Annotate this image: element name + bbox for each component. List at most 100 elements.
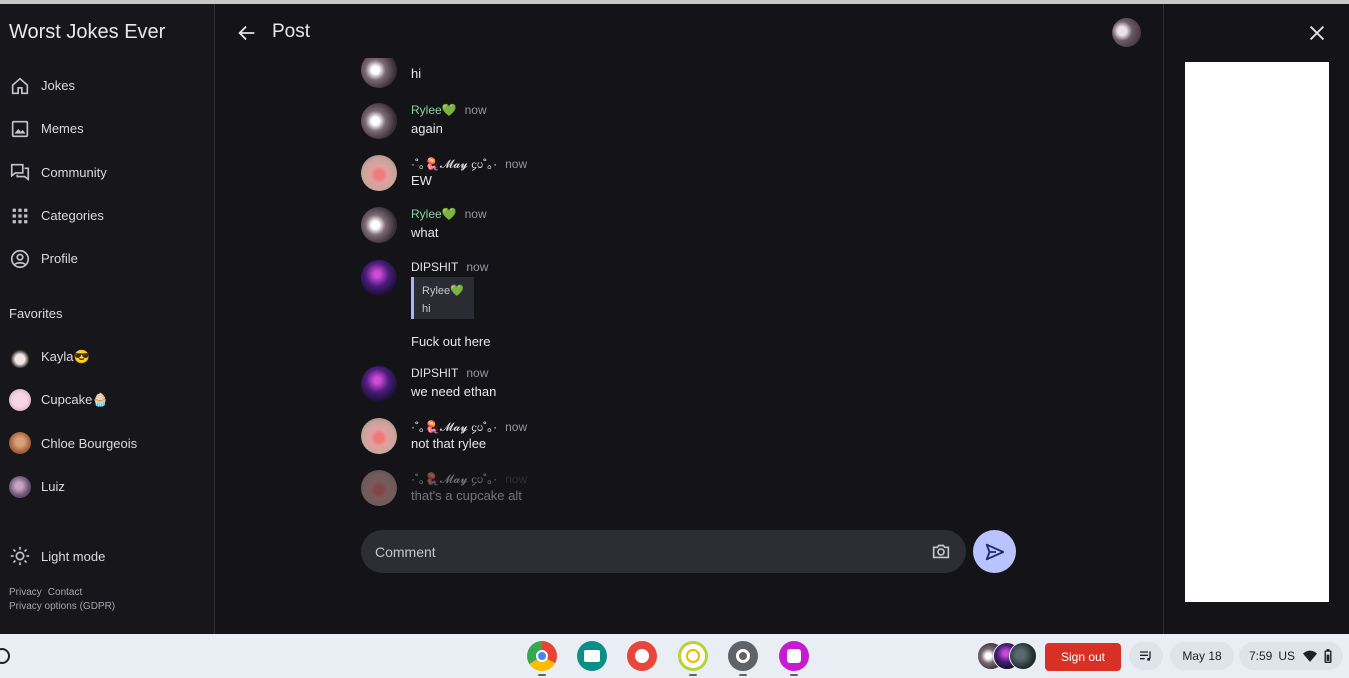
back-arrow-icon[interactable]: [236, 22, 258, 44]
media-controls-button[interactable]: [1129, 642, 1163, 670]
sidebar-item-community[interactable]: Community: [0, 151, 214, 194]
gdpr-link[interactable]: Privacy options (GDPR): [9, 600, 115, 614]
avatar[interactable]: [361, 58, 397, 88]
sidebar-item-label: Categories: [41, 208, 104, 224]
avatar[interactable]: [361, 418, 397, 454]
light-mode-label: Light mode: [41, 548, 106, 564]
send-icon: [985, 543, 1004, 560]
avatar[interactable]: [361, 470, 397, 506]
favorite-item-luiz[interactable]: Luiz: [0, 465, 214, 508]
timer-ring-icon: [686, 649, 700, 663]
clock-text: 7:59: [1248, 649, 1273, 663]
account-circle-icon: [10, 249, 30, 268]
camera-icon[interactable]: [930, 540, 952, 562]
classroom-icon[interactable]: [577, 641, 607, 671]
sidebar-item-label: Memes: [41, 121, 84, 137]
settings-gear-icon[interactable]: [728, 641, 758, 671]
avatar[interactable]: [361, 155, 397, 191]
comment-text: hi: [411, 66, 422, 81]
playlist-icon: [1140, 651, 1151, 661]
timer-app-icon[interactable]: [678, 641, 708, 671]
paint-palette-icon: [635, 649, 649, 663]
comment-time: now: [505, 420, 528, 434]
author-name: DIPSHIT: [411, 260, 459, 274]
sidebar-item-memes[interactable]: Memes: [0, 107, 214, 150]
gear-center-icon: [736, 649, 750, 663]
reply-quote[interactable]: Rylee💚 hi: [411, 277, 474, 319]
comment-time: now: [505, 157, 528, 171]
author-name: Rylee💚: [411, 103, 457, 117]
chrome-icon[interactable]: [527, 641, 557, 671]
favorite-name: Chloe Bourgeois: [41, 435, 138, 451]
comment-author: ·˚｡🪼𝓜𝓪𝔂 ᧔ᦢ˚｡· now: [411, 155, 527, 172]
apps-grid-icon: [12, 208, 28, 223]
running-indicator: [689, 674, 697, 676]
app-title: Worst Jokes Ever: [9, 21, 166, 43]
status-tray[interactable]: 7:59 US: [1239, 642, 1343, 670]
tray-avatar: [1009, 642, 1037, 670]
favorite-name: Cupcake🧁: [41, 391, 109, 407]
comment-author: Rylee💚 now: [411, 103, 487, 117]
ad-panel[interactable]: [1185, 62, 1329, 602]
comment-text: Fuck out here: [411, 334, 491, 349]
avatar[interactable]: [361, 366, 397, 402]
privacy-link[interactable]: Privacy: [9, 587, 42, 598]
user-avatar[interactable]: [1112, 18, 1141, 47]
favorite-item-chloe[interactable]: Chloe Bourgeois: [0, 422, 214, 465]
comment-time: now: [464, 103, 487, 117]
contact-link[interactable]: Contact: [48, 587, 82, 598]
avatar: [9, 345, 31, 368]
gallery-app-icon[interactable]: [779, 641, 809, 671]
launcher-icon[interactable]: [0, 648, 10, 664]
author-name: ·˚｡🪼𝓜𝓪𝔂 ᧔ᦢ˚｡·: [411, 420, 498, 434]
sidebar-item-categories[interactable]: Categories: [0, 194, 214, 237]
running-indicator: [739, 674, 747, 676]
avatar[interactable]: [361, 207, 397, 243]
comment-list[interactable]: hi Rylee💚 now again ·˚｡🪼𝓜𝓪𝔂 ᧔ᦢ˚｡· now EW R…: [361, 58, 1121, 518]
light-mode-toggle[interactable]: Light mode: [9, 545, 105, 567]
home-icon: [11, 77, 29, 94]
quote-text: hi: [422, 303, 431, 315]
avatar: [9, 432, 31, 455]
page-title: Post: [272, 21, 311, 42]
avatar[interactable]: [361, 260, 397, 296]
comment-input[interactable]: [375, 530, 915, 573]
sidebar-nav: Jokes Memes Community Categories Profile: [0, 64, 214, 280]
comment-text: again: [411, 121, 443, 136]
canvas-paint-icon[interactable]: [627, 641, 657, 671]
comment-text: EW: [411, 173, 432, 188]
comment-text: we need ethan: [411, 384, 497, 399]
favorite-item-kayla[interactable]: Kayla😎: [0, 335, 214, 378]
forum-icon: [10, 164, 30, 182]
favorite-name: Luiz: [41, 479, 65, 495]
sign-out-button[interactable]: Sign out: [1045, 643, 1121, 671]
comment-text: that's a cupcake alt: [411, 488, 522, 503]
comment-author: Rylee💚 now: [411, 207, 487, 221]
comment-author: ·˚｡🪼𝓜𝓪𝔂 ᧔ᦢ˚｡· now: [411, 470, 527, 487]
close-icon[interactable]: [1306, 22, 1328, 44]
comment-box: [361, 530, 966, 573]
favorite-item-cupcake[interactable]: Cupcake🧁: [0, 378, 214, 421]
running-indicator: [538, 674, 546, 676]
comment-author: DIPSHIT now: [411, 366, 488, 380]
sidebar-item-label: Community: [41, 164, 107, 180]
send-button[interactable]: [973, 530, 1016, 573]
comment-text: not that rylee: [411, 436, 487, 451]
avatar[interactable]: [361, 103, 397, 139]
taskbar: Sign out May 18 7:59 US: [0, 634, 1349, 678]
comment-time: now: [464, 207, 487, 221]
date-tray[interactable]: May 18: [1170, 642, 1234, 670]
avatar: [9, 388, 31, 411]
tray-avatars[interactable]: [977, 642, 1037, 670]
comment-text: what: [411, 225, 439, 240]
favorite-name: Kayla😎: [41, 348, 90, 364]
sidebar-item-label: Profile: [41, 251, 78, 267]
sidebar-item-profile[interactable]: Profile: [0, 237, 214, 280]
author-name: ·˚｡🪼𝓜𝓪𝔂 ᧔ᦢ˚｡·: [411, 472, 498, 486]
sidebar-item-jokes[interactable]: Jokes: [0, 64, 214, 107]
comment-time: now: [466, 366, 489, 380]
favorites-heading: Favorites: [9, 306, 63, 321]
comment-author: ·˚｡🪼𝓜𝓪𝔂 ᧔ᦢ˚｡· now: [411, 418, 527, 435]
author-name: DIPSHIT: [411, 366, 459, 380]
quote-author: Rylee💚: [422, 285, 464, 297]
